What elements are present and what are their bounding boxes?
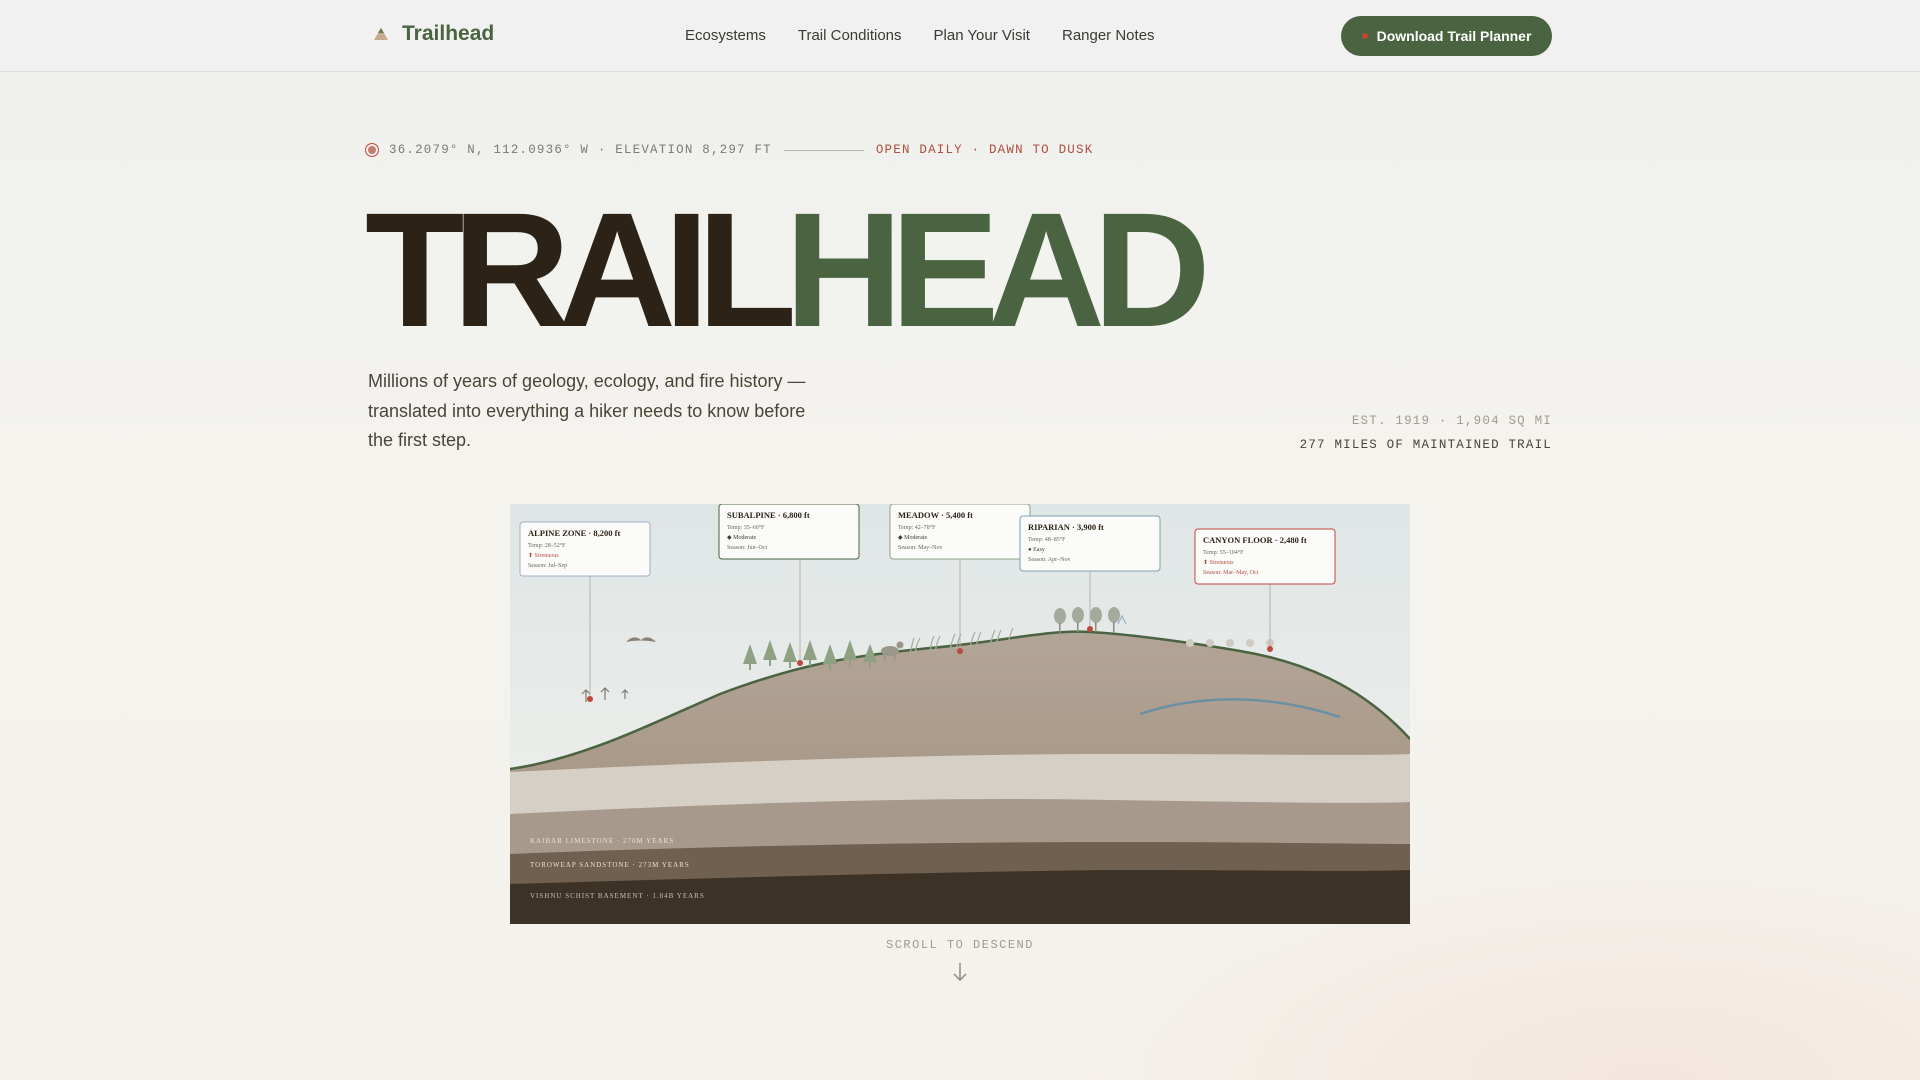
top-navigation: Trailhead Ecosystems Trail Conditions Pl…: [0, 0, 1920, 72]
zone-card-season: Season: May–Nov: [898, 545, 943, 551]
brand[interactable]: Trailhead: [372, 22, 494, 46]
zone-card-title: RIPARIAN · 3,900 ft: [1028, 522, 1104, 532]
status-dot-icon: [1361, 33, 1368, 39]
stratum-label: TOROWEAP SANDSTONE · 273M YEARS: [530, 861, 690, 869]
location-pin-icon: [365, 143, 379, 157]
park-stats: EST. 1919 · 1,904 SQ MI 277 MILES OF MAI…: [1300, 414, 1552, 452]
zone-card-difficulty: ⬆ Strenuous: [1203, 559, 1234, 566]
zone-card-meadow[interactable]: MEADOW · 5,400 ft Temp: 42–78°F ◆ Modera…: [889, 504, 1031, 560]
zone-card-season: Season: Apr–Nov: [1028, 557, 1071, 563]
nav-link-plan-your-visit[interactable]: Plan Your Visit: [934, 27, 1030, 44]
ecosystem-cross-section: KAIBAB LIMESTONE · 270M YEARS TOROWEAP S…: [510, 504, 1410, 924]
hero-title-trail: TRAIL: [365, 178, 797, 361]
zone-card-title: CANYON FLOOR · 2,480 ft: [1203, 535, 1307, 545]
zone-card-canyon-floor[interactable]: CANYON FLOOR · 2,480 ft Temp: 55–104°F ⬆…: [1194, 528, 1336, 585]
zone-card-season: Season: Jul–Sep: [528, 563, 567, 569]
zone-marker-subalpine[interactable]: [797, 660, 803, 666]
zone-card-season: Season: Jun–Oct: [727, 545, 767, 551]
zone-marker-alpine[interactable]: [587, 696, 593, 702]
brand-name: Trailhead: [402, 22, 495, 45]
zone-card-difficulty: ◆ Moderate: [898, 535, 927, 541]
zone-marker-meadow[interactable]: [957, 648, 963, 654]
zone-card-title: MEADOW · 5,400 ft: [898, 510, 973, 520]
mountain-logo-icon: [374, 28, 388, 40]
zone-card-alpine[interactable]: ALPINE ZONE · 8,200 ft Temp: 28–52°F ⬆ S…: [519, 521, 651, 577]
scroll-hint[interactable]: SCROLL TO DESCEND: [860, 938, 1060, 982]
zone-card-title: ALPINE ZONE · 8,200 ft: [528, 528, 620, 538]
nav-link-trail-conditions[interactable]: Trail Conditions: [798, 27, 902, 44]
opening-hours: OPEN DAILY · DAWN TO DUSK: [875, 143, 1094, 157]
zone-marker-canyon-floor[interactable]: [1267, 646, 1273, 652]
location-meta: 36.2079° N, 112.0936° W · ELEVATION 8,29…: [365, 143, 1093, 157]
hero-title-head: HEAD: [784, 178, 1211, 361]
download-trail-planner-button[interactable]: Download Trail Planner: [1341, 16, 1552, 56]
stat-established: EST. 1919 · 1,904 SQ MI: [1351, 414, 1552, 428]
divider-line: [783, 149, 864, 151]
zone-marker-riparian[interactable]: [1087, 626, 1093, 632]
zone-card-temp: Temp: 48–85°F: [1028, 536, 1066, 543]
zone-card-title: SUBALPINE · 6,800 ft: [727, 510, 810, 520]
zone-card-temp: Temp: 55–104°F: [1203, 549, 1244, 556]
arrow-down-icon: [953, 963, 967, 981]
zone-card-difficulty: ◆ Moderate: [727, 535, 756, 541]
zone-card-difficulty: ⬆ Strenuous: [528, 552, 559, 559]
stat-trail-miles: 277 MILES OF MAINTAINED TRAIL: [1299, 438, 1552, 452]
nav-link-ranger-notes[interactable]: Ranger Notes: [1062, 27, 1155, 44]
nav-link-ecosystems[interactable]: Ecosystems: [685, 27, 766, 44]
stratum-label: VISHNU SCHIST BASEMENT · 1.84B YEARS: [530, 892, 705, 900]
cta-label: Download Trail Planner: [1376, 28, 1532, 44]
zone-card-temp: Temp: 42–78°F: [898, 524, 936, 531]
hero-subtitle: Millions of years of geology, ecology, a…: [368, 371, 806, 450]
zone-card-riparian[interactable]: RIPARIAN · 3,900 ft Temp: 48–85°F ● Easy…: [1019, 515, 1161, 572]
zone-card-temp: Temp: 28–52°F: [528, 542, 566, 549]
stratum-label: KAIBAB LIMESTONE · 270M YEARS: [530, 837, 674, 845]
scroll-hint-label: SCROLL TO DESCEND: [886, 938, 1034, 952]
zone-card-season: Season: Mar–May, Oct: [1203, 570, 1259, 576]
coordinates: 36.2079° N, 112.0936° W · ELEVATION 8,29…: [389, 143, 772, 157]
zone-card-temp: Temp: 35–60°F: [727, 524, 765, 531]
zone-card-difficulty: ● Easy: [1028, 547, 1045, 553]
zone-card-subalpine[interactable]: SUBALPINE · 6,800 ft Temp: 35–60°F ◆ Mod…: [718, 504, 860, 560]
nav-links: Ecosystems Trail Conditions Plan Your Vi…: [685, 27, 1155, 44]
hero-title: TRAILHEAD: [365, 188, 1211, 351]
